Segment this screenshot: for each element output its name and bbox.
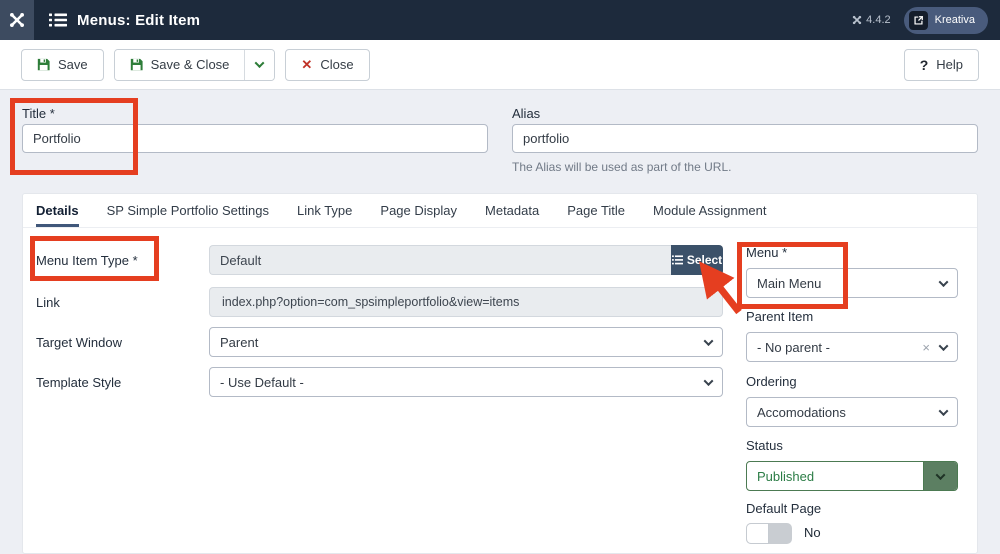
menu-item-type-input: [209, 245, 671, 275]
joomla-mini-icon: [853, 15, 862, 25]
alias-help-text: The Alias will be used as part of the UR…: [512, 160, 732, 174]
ordering-select[interactable]: Accomodations: [746, 397, 958, 427]
top-header-bar: Menus: Edit Item 4.4.2 Kreativa: [0, 0, 1000, 40]
version-number: 4.4.2: [866, 14, 891, 26]
title-label: Title *: [22, 106, 55, 121]
target-window-value: Parent: [220, 334, 259, 350]
clear-selection-icon[interactable]: ×: [922, 340, 940, 355]
account-name: Kreativa: [934, 14, 975, 26]
close-icon: ✕: [301, 57, 313, 72]
template-style-label: Template Style: [36, 375, 122, 390]
menu-item-type-select-button[interactable]: Select: [671, 245, 723, 275]
menu-item-type-label: Menu Item Type *: [36, 253, 138, 268]
joomla-logo[interactable]: [0, 0, 34, 40]
save-close-label: Save & Close: [150, 57, 230, 72]
external-link-icon: [908, 10, 928, 30]
title-input[interactable]: [22, 124, 488, 153]
template-style-value: - Use Default -: [220, 374, 304, 390]
menu-item-type-field: Select: [209, 245, 723, 275]
menu-select[interactable]: Main Menu: [746, 268, 958, 298]
tab-link-type[interactable]: Link Type: [297, 194, 352, 227]
joomla-admin-screen: Menus: Edit Item 4.4.2 Kreativa Save Sav…: [0, 0, 1000, 554]
tab-sp-simple-portfolio-settings[interactable]: SP Simple Portfolio Settings: [107, 194, 269, 227]
save-close-button-group: Save & Close: [113, 48, 276, 81]
tab-module-assignment[interactable]: Module Assignment: [653, 194, 766, 227]
account-button[interactable]: Kreativa: [903, 6, 988, 34]
link-label: Link: [36, 295, 60, 310]
joomla-logo-icon: [10, 13, 24, 27]
close-label: Close: [320, 57, 354, 72]
chevron-down-icon: [703, 375, 714, 386]
parent-item-value: - No parent -: [757, 339, 830, 355]
default-page-toggle[interactable]: [746, 523, 792, 544]
help-label: Help: [936, 57, 963, 72]
select-button-label: Select: [686, 253, 723, 267]
tab-page-title[interactable]: Page Title: [567, 194, 625, 227]
list-icon: [671, 255, 683, 265]
template-style-select[interactable]: - Use Default -: [209, 367, 723, 397]
link-input: [209, 287, 723, 317]
target-window-select[interactable]: Parent: [209, 327, 723, 357]
menu-value: Main Menu: [757, 275, 822, 291]
status-value: Published: [757, 468, 815, 484]
chevron-down-icon: [254, 58, 265, 69]
ordering-label: Ordering: [746, 374, 797, 389]
help-button[interactable]: ? Help: [903, 48, 979, 81]
parent-item-label: Parent Item: [746, 309, 814, 324]
status-select[interactable]: Published: [746, 461, 958, 491]
save-button[interactable]: Save: [21, 48, 104, 81]
menu-list-icon: [49, 13, 67, 27]
parent-item-select[interactable]: - No parent - ×: [746, 332, 958, 362]
chevron-down-icon: [938, 276, 949, 287]
page-title: Menus: Edit Item: [77, 11, 201, 29]
tab-bar: Details SP Simple Portfolio Settings Lin…: [23, 194, 977, 228]
title-alias-section: Title * Alias The Alias will be used as …: [0, 90, 1000, 193]
save-icon: [37, 58, 50, 71]
action-toolbar: Save Save & Close ✕ Close ? Help: [0, 40, 1000, 90]
target-window-label: Target Window: [36, 335, 122, 350]
toggle-knob: [746, 523, 769, 544]
save-options-dropdown-button[interactable]: [244, 49, 275, 80]
status-caret-box: [923, 462, 957, 490]
tab-page-display[interactable]: Page Display: [380, 194, 457, 227]
chevron-down-icon: [938, 340, 949, 351]
edit-item-panel: Details SP Simple Portfolio Settings Lin…: [22, 193, 978, 554]
joomla-version: 4.4.2: [852, 14, 891, 26]
alias-label: Alias: [512, 106, 541, 121]
chevron-down-icon: [703, 335, 714, 346]
default-page-label: Default Page: [746, 501, 822, 516]
default-page-value: No: [804, 525, 821, 540]
tab-details[interactable]: Details: [36, 194, 79, 227]
chevron-down-icon: [935, 469, 946, 480]
status-label: Status: [746, 438, 783, 453]
ordering-value: Accomodations: [757, 404, 846, 420]
close-button[interactable]: ✕ Close: [285, 48, 370, 81]
question-mark-icon: ?: [919, 56, 929, 73]
save-close-button[interactable]: Save & Close: [114, 49, 245, 80]
tab-metadata[interactable]: Metadata: [485, 194, 539, 227]
save-label: Save: [58, 57, 88, 72]
save-icon: [130, 58, 143, 71]
chevron-down-icon: [938, 405, 949, 416]
menu-label: Menu *: [746, 245, 788, 260]
alias-input[interactable]: [512, 124, 978, 153]
